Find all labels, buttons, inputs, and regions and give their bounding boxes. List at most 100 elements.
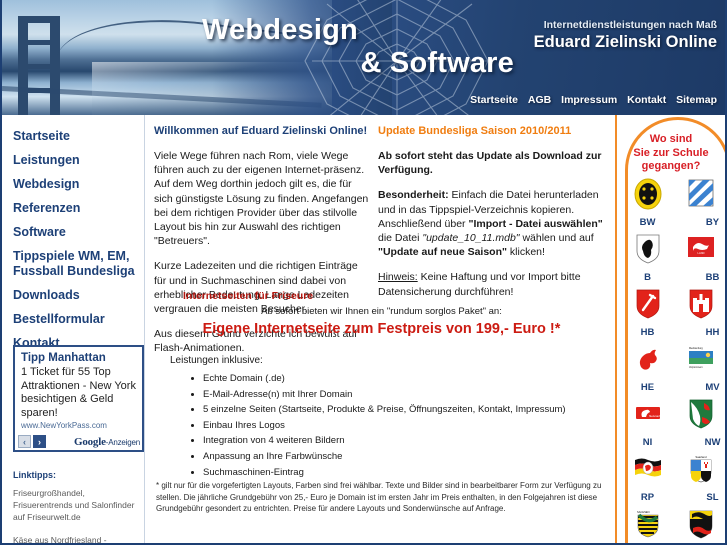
sidebar-item: Bestellformular (2, 307, 144, 331)
header-title-line2: & Software (360, 47, 514, 79)
friseure-promo: Internetseiten für Friseure Ab sofort bi… (154, 290, 609, 337)
detail-text-3: wählen und auf (519, 232, 594, 245)
detail-text-4: klicken! (506, 246, 545, 259)
svg-text:SACHSEN: SACHSEN (637, 510, 650, 514)
logo-mv-icon: Mecklenburg Vorpommern (688, 347, 713, 369)
state-code-hb: HB (640, 327, 655, 338)
sidebar-item-bestellformular[interactable]: Bestellformular (2, 307, 144, 331)
coat-of-arms-by-icon (688, 179, 713, 207)
state-cell-bw[interactable]: BW (621, 178, 674, 229)
state-code-b: B (644, 272, 651, 283)
top-navigation: Startseite AGB Impressum Kontakt Sitemap (463, 94, 717, 106)
promo-price-line: Eigene Internetseite zum Festpreis von 1… (202, 321, 561, 337)
besonderheit-label: Besonderheit: (378, 189, 449, 202)
state-cell-b[interactable]: B (621, 233, 674, 284)
sidebar-item: Downloads (2, 283, 144, 307)
welcome-paragraph-1: Viele Wege führen nach Rom, viele Wege f… (154, 150, 369, 248)
state-crest-grid: BW BY B LAND BB HB HH HE Mecklenburg Vor… (621, 178, 725, 543)
sidebar-item: Referenzen (2, 196, 144, 220)
top-nav-kontakt[interactable]: Kontakt (627, 94, 666, 106)
sidebar-item: Startseite (2, 124, 144, 148)
state-cell-nw[interactable]: NW (674, 398, 725, 449)
state-code-by: BY (705, 217, 720, 228)
sidebar-item-webdesign[interactable]: Webdesign (2, 172, 144, 196)
google-ad-box[interactable]: Tipp Manhattan 1 Ticket für 55 Top Attra… (13, 345, 144, 452)
ad-next-icon[interactable]: › (33, 435, 46, 448)
top-nav-impressum[interactable]: Impressum (561, 94, 617, 106)
includes-item: Einbau Ihres Logos (203, 418, 566, 434)
ad-prev-icon[interactable]: ‹ (18, 435, 31, 448)
linktipp-item[interactable]: Käse aus Nordfriesland - Ostenfelder (13, 534, 145, 543)
state-code-rp: RP (640, 492, 655, 503)
state-code-mv: MV (705, 382, 720, 393)
top-nav-agb[interactable]: AGB (528, 94, 551, 106)
coat-of-arms-sn-icon: SACHSEN (637, 510, 658, 538)
bridge-tower-cap (18, 16, 60, 23)
coat-of-arms-bb-icon: LAND (687, 237, 714, 257)
state-cell-st[interactable]: ST (674, 508, 725, 543)
sidebar-item-downloads[interactable]: Downloads (2, 283, 144, 307)
state-code-he: HE (640, 382, 655, 393)
google-ads-logo: Google-Anzeigen (74, 436, 140, 448)
includes-label: Leistungen inklusive: (170, 355, 263, 366)
ad-footer: ‹ › Google-Anzeigen (15, 434, 142, 450)
panel-title-line1: Wo sind (649, 133, 693, 145)
ad-url[interactable]: www.NewYorkPass.com (21, 421, 136, 431)
panel-title-line3: gegangen? (641, 160, 701, 172)
state-code-ni: NI (642, 437, 653, 448)
state-code-sl: SL (706, 492, 719, 503)
includes-item: Suchmaschinen-Eintrag (203, 465, 566, 481)
sidebar-item-tippspiele[interactable]: Tippspiele WM, EM, Fussball Bundesliga (2, 244, 144, 283)
panel-title: Wo sind Sie zur Schule gegangen? (619, 133, 723, 174)
coat-of-arms-nw-icon (689, 399, 712, 429)
includes-item: Anpassung an Ihre Farbwünsche (203, 449, 566, 465)
state-cell-hh[interactable]: HH (674, 288, 725, 339)
ad-title[interactable]: Tipp Manhattan (21, 352, 136, 365)
header-brand: Eduard Zielinski Online (533, 33, 717, 51)
svg-text:Saarland: Saarland (695, 455, 707, 459)
linktipps-section: Linktipps: Friseurgroßhandel, Frisuerent… (13, 470, 145, 543)
sidebar-item: Tippspiele WM, EM, Fussball Bundesliga (2, 244, 144, 283)
sidebar-item-leistungen[interactable]: Leistungen (2, 148, 144, 172)
sidebar-item: Webdesign (2, 172, 144, 196)
includes-item: E-Mail-Adresse(n) mit Ihrer Domain (203, 387, 566, 403)
state-cell-mv[interactable]: Mecklenburg Vorpommern MV (674, 343, 725, 394)
state-cell-rp[interactable]: RP (621, 453, 674, 504)
state-cell-ni[interactable]: Niedersachsen NI (621, 398, 674, 449)
promo-footnote: * gilt nur für die vorgefertigten Layout… (156, 481, 602, 513)
sidebar-item-startseite[interactable]: Startseite (2, 124, 144, 148)
state-code-nw: NW (704, 437, 721, 448)
bridge-tower-brace-1 (18, 40, 60, 45)
includes-item: 5 einzelne Seiten (Startseite, Produkte … (203, 402, 566, 418)
anzeigen-label: -Anzeigen (105, 437, 140, 447)
includes-item: Integration von 4 weiteren Bildern (203, 433, 566, 449)
header-slogan: Internetdienstleistungen nach Maß (543, 19, 717, 31)
ad-text: 1 Ticket für 55 Top Attraktionen - New Y… (21, 366, 136, 419)
promo-subline: Ab sofort bieten wir Ihnen ein "rundum s… (261, 306, 502, 317)
ad-pager: ‹ › (18, 435, 46, 448)
site-header: Webdesign & Software Internetdienstleist… (2, 0, 725, 115)
coat-of-arms-bw-icon (634, 178, 661, 210)
bundesliga-details: Besonderheit: Einfach die Datei herunter… (378, 188, 606, 259)
page-body: Startseite Leistungen Webdesign Referenz… (2, 115, 725, 543)
state-cell-by[interactable]: BY (674, 178, 725, 229)
top-nav-sitemap[interactable]: Sitemap (676, 94, 717, 106)
state-cell-hb[interactable]: HB (621, 288, 674, 339)
page-root: Webdesign & Software Internetdienstleist… (0, 0, 727, 545)
state-cell-bb[interactable]: LAND BB (674, 233, 725, 284)
state-cell-sn[interactable]: SACHSEN SN (621, 508, 674, 543)
promo-heading: Internetseiten für Friseure (183, 290, 314, 302)
svg-text:Niedersachsen: Niedersachsen (649, 415, 662, 418)
linktipp-item[interactable]: Friseurgroßhandel, Frisuerentrends und S… (13, 487, 145, 523)
bundesliga-intro: Ab sofort steht das Update als Download … (378, 150, 602, 177)
bundesliga-update-heading: Update Bundesliga Saison 2010/2011 (378, 125, 572, 137)
coat-of-arms-berlin-icon (636, 234, 659, 264)
sidebar-item-referenzen[interactable]: Referenzen (2, 196, 144, 220)
top-nav-startseite[interactable]: Startseite (470, 94, 518, 106)
svg-text:Vorpommern: Vorpommern (689, 366, 703, 369)
sidebar-item-software[interactable]: Software (2, 220, 144, 244)
includes-item: Echte Domain (.de) (203, 371, 566, 387)
state-cell-sl[interactable]: Saarland SL (674, 453, 725, 504)
coat-of-arms-sl-icon: Saarland (690, 455, 711, 483)
state-cell-he[interactable]: HE (621, 343, 674, 394)
